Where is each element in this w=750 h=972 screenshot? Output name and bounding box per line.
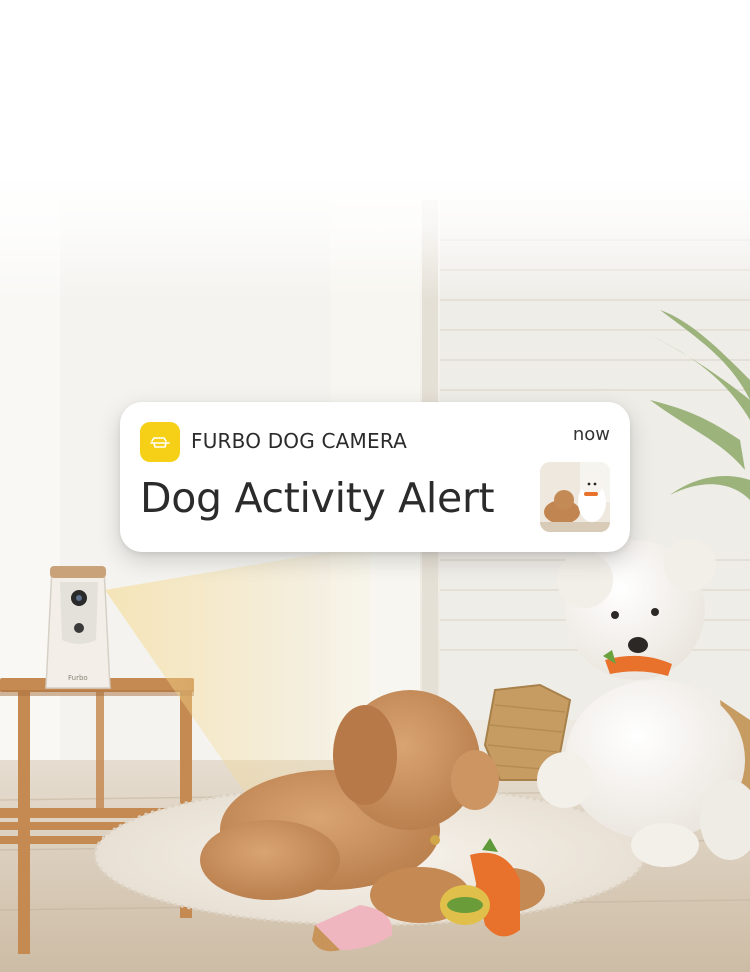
dog-activity-thumbnail [540,462,610,532]
furbo-device: Furbo [45,566,111,689]
push-notification[interactable]: FURBO DOG CAMERA now Dog Activity Alert [120,402,630,552]
app-screen: Furbo FURBO DOG CAMERA now Dog Activity … [0,0,750,972]
furbo-camera-icon [140,422,180,462]
notification-title: Dog Activity Alert [140,474,495,522]
notification-time: now [572,424,610,445]
top-fade-overlay [0,0,750,300]
notification-app-name: FURBO DOG CAMERA [191,429,408,453]
svg-text:Furbo: Furbo [68,674,88,682]
